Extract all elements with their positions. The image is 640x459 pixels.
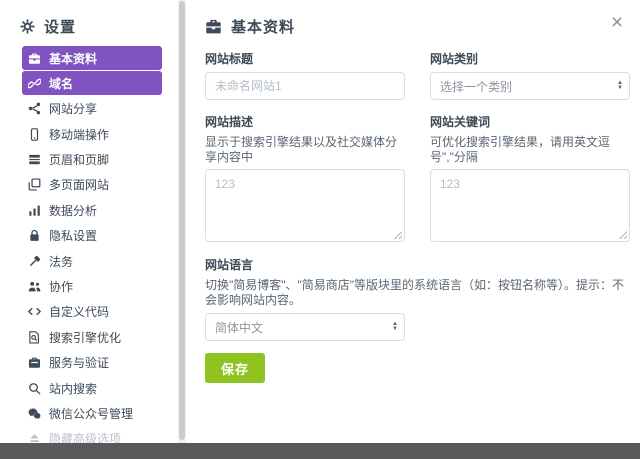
seo-document-icon bbox=[28, 331, 41, 344]
resize-grip-icon[interactable] bbox=[619, 231, 627, 239]
select-arrows-icon: ▲ ▼ bbox=[392, 321, 398, 332]
select-arrows-icon: ▲ ▼ bbox=[617, 80, 623, 91]
sidebar-item-mobile[interactable]: 移动端操作 bbox=[22, 122, 162, 146]
sidebar-item-label: 自定义代码 bbox=[49, 305, 110, 320]
sidebar-item-label: 微信公众号管理 bbox=[49, 406, 134, 421]
services-icon bbox=[28, 356, 41, 369]
site-keywords-field: 网站关键词 可优化搜索引擎结果，请用英文逗号","分隔 bbox=[430, 113, 630, 242]
site-title-label: 网站标题 bbox=[205, 52, 254, 66]
sidebar-item-label: 搜索引擎优化 bbox=[49, 330, 122, 345]
sidebar-scrollbar-track[interactable] bbox=[178, 0, 186, 443]
site-category-field: 网站类别 选择一个类别 ▲ ▼ bbox=[430, 50, 630, 100]
mobile-icon bbox=[28, 127, 41, 141]
panel-header: 基本资料 bbox=[205, 16, 630, 37]
search-icon bbox=[28, 382, 41, 395]
sidebar-item-label: 移动端操作 bbox=[49, 127, 110, 142]
sidebar-item-label: 数据分析 bbox=[49, 203, 98, 218]
sidebar-item-label: 页眉和页脚 bbox=[49, 153, 110, 168]
resize-grip-icon[interactable] bbox=[394, 231, 402, 239]
briefcase-icon bbox=[28, 52, 41, 65]
sidebar-item-label: 多页面网站 bbox=[49, 178, 110, 193]
sidebar-item-basic-info[interactable]: 基本资料 bbox=[22, 46, 162, 70]
site-language-value: 简体中文 bbox=[215, 320, 264, 335]
panel-title: 基本资料 bbox=[231, 19, 296, 36]
site-title-field: 网站标题 bbox=[205, 50, 405, 100]
sidebar-item-hide-advanced[interactable]: 隐藏高级选项 bbox=[22, 427, 162, 443]
sidebar-item-site-share[interactable]: 网站分享 bbox=[22, 97, 162, 121]
sidebar-item-label: 服务与验证 bbox=[49, 356, 110, 371]
bottom-bar bbox=[0, 443, 640, 459]
sidebar-item-services[interactable]: 服务与验证 bbox=[22, 351, 162, 375]
form-row-1: 网站标题 网站类别 选择一个类别 ▲▼ bbox=[205, 50, 630, 100]
pages-icon bbox=[28, 178, 41, 192]
sidebar-scrollbar-thumb[interactable] bbox=[179, 1, 185, 440]
close-icon[interactable]: × bbox=[606, 12, 628, 34]
sidebar-item-label: 站内搜索 bbox=[49, 381, 98, 396]
sidebar-item-privacy[interactable]: 隐私设置 bbox=[22, 224, 162, 248]
site-language-select[interactable]: 简体中文 ▲ ▼ bbox=[205, 313, 405, 341]
sidebar-title-label: 设置 bbox=[44, 19, 77, 36]
site-category-label: 网站类别 bbox=[430, 52, 479, 66]
sidebar-item-label: 法务 bbox=[49, 254, 74, 269]
site-keywords-hint: 可优化搜索引擎结果，请用英文逗号","分隔 bbox=[430, 135, 611, 164]
gavel-icon bbox=[28, 255, 41, 268]
share-icon bbox=[28, 102, 41, 115]
save-button[interactable]: 保存 bbox=[205, 353, 265, 383]
code-icon bbox=[28, 305, 41, 318]
site-description-field: 网站描述 显示于搜索引擎结果以及社交媒体分享内容中 bbox=[205, 113, 405, 242]
bar-chart-icon bbox=[28, 204, 41, 217]
sidebar-item-custom-code[interactable]: 自定义代码 bbox=[22, 300, 162, 324]
header-footer-icon bbox=[28, 153, 41, 166]
sidebar-item-wechat[interactable]: 微信公众号管理 bbox=[22, 401, 162, 425]
sidebar-item-label: 基本资料 bbox=[49, 51, 98, 66]
sidebar-item-domain[interactable]: 域名 bbox=[22, 71, 162, 96]
sidebar-item-label: 隐藏高级选项 bbox=[49, 432, 122, 443]
briefcase-icon bbox=[205, 18, 222, 35]
settings-page: 设置 基本资料 域名 网站分享 移动端操作 页眉和页脚 多页面网站 数据分析 隐… bbox=[0, 0, 640, 459]
sidebar-item-label: 网站分享 bbox=[49, 102, 98, 117]
form-row-2: 网站描述 显示于搜索引擎结果以及社交媒体分享内容中 网站关键词 可优化搜索引擎结… bbox=[205, 113, 630, 242]
site-language-field: 网站语言 切换"简易博客"、"简易商店"等版块里的系统语言（如：按钮名称等）。提… bbox=[205, 256, 630, 341]
site-category-value: 选择一个类别 bbox=[440, 79, 513, 94]
sidebar-item-label: 隐私设置 bbox=[49, 229, 98, 244]
eject-icon bbox=[28, 432, 41, 443]
basic-info-panel: 基本资料 × 网站标题 网站类别 选择一个类别 ▲▼ 网站描述 显示于搜索引擎结… bbox=[186, 0, 640, 443]
sidebar-item-legal[interactable]: 法务 bbox=[22, 249, 162, 273]
lock-icon bbox=[28, 229, 41, 242]
sidebar-item-analytics[interactable]: 数据分析 bbox=[22, 198, 162, 222]
site-keywords-label: 网站关键词 bbox=[430, 115, 491, 129]
gear-icon bbox=[20, 19, 35, 34]
site-keywords-textarea[interactable] bbox=[431, 170, 629, 241]
sidebar-item-label: 域名 bbox=[49, 76, 74, 91]
site-language-label: 网站语言 bbox=[205, 258, 254, 272]
sidebar-item-header-footer[interactable]: 页眉和页脚 bbox=[22, 148, 162, 172]
people-icon bbox=[28, 280, 41, 293]
sidebar-title: 设置 bbox=[20, 16, 178, 37]
sidebar-item-seo[interactable]: 搜索引擎优化 bbox=[22, 325, 162, 349]
sidebar-item-multipage[interactable]: 多页面网站 bbox=[22, 173, 162, 197]
sidebar-item-collaboration[interactable]: 协作 bbox=[22, 275, 162, 299]
wechat-icon bbox=[28, 407, 41, 420]
site-title-input[interactable] bbox=[205, 72, 405, 100]
sidebar-item-site-search[interactable]: 站内搜索 bbox=[22, 376, 162, 400]
site-description-textarea[interactable] bbox=[206, 170, 404, 241]
site-description-label: 网站描述 bbox=[205, 115, 254, 129]
settings-sidebar: 设置 基本资料 域名 网站分享 移动端操作 页眉和页脚 多页面网站 数据分析 隐… bbox=[0, 0, 178, 443]
site-language-hint: 切换"简易博客"、"简易商店"等版块里的系统语言（如：按钮名称等）。提示：不会影… bbox=[205, 278, 625, 307]
link-icon bbox=[28, 77, 41, 90]
sidebar-item-label: 协作 bbox=[49, 280, 74, 295]
site-category-select[interactable]: 选择一个类别 ▲ ▼ bbox=[430, 72, 630, 100]
site-description-hint: 显示于搜索引擎结果以及社交媒体分享内容中 bbox=[205, 135, 398, 164]
